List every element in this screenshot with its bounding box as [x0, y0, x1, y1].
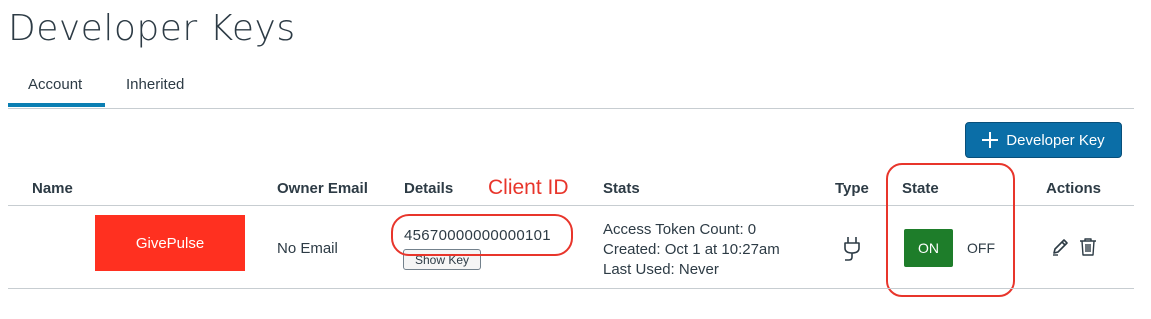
- stats-block: Access Token Count: 0 Created: Oct 1 at …: [603, 220, 780, 280]
- trash-icon[interactable]: [1079, 237, 1097, 257]
- column-header-actions: Actions: [1046, 180, 1102, 197]
- logo-text: GivePulse: [135, 234, 205, 252]
- tab-inherited[interactable]: Inherited: [126, 76, 184, 93]
- client-id-annotation-label: Client ID: [488, 176, 569, 199]
- active-tab-indicator: [8, 103, 105, 107]
- created-date: Created: Oct 1 at 10:27am: [603, 241, 780, 258]
- state-off-button[interactable]: OFF: [960, 229, 1002, 267]
- table-row-divider: [8, 288, 1134, 289]
- plug-icon: [844, 237, 860, 261]
- tab-account[interactable]: Account: [28, 76, 82, 93]
- edit-icon[interactable]: [1050, 237, 1070, 257]
- last-used: Last Used: Never: [603, 261, 719, 278]
- owner-email: No Email: [277, 240, 338, 257]
- page-title: Developer Keys: [8, 8, 296, 49]
- developer-key-logo: GivePulse: [95, 215, 245, 271]
- client-id-annotation-circle: [391, 214, 573, 256]
- add-developer-key-label: Developer Key: [1006, 131, 1105, 149]
- state-on-button[interactable]: ON: [904, 229, 953, 267]
- plus-icon: [982, 132, 999, 148]
- column-header-details: Details: [404, 180, 454, 197]
- add-developer-key-button[interactable]: Developer Key: [965, 122, 1122, 158]
- access-token-count: Access Token Count: 0: [603, 221, 757, 238]
- column-header-stats: Stats: [603, 180, 640, 197]
- column-header-owner-email: Owner Email: [277, 180, 368, 197]
- tab-bar: Account Inherited: [8, 70, 1134, 109]
- column-header-name: Name: [32, 180, 73, 197]
- column-header-type: Type: [835, 180, 869, 197]
